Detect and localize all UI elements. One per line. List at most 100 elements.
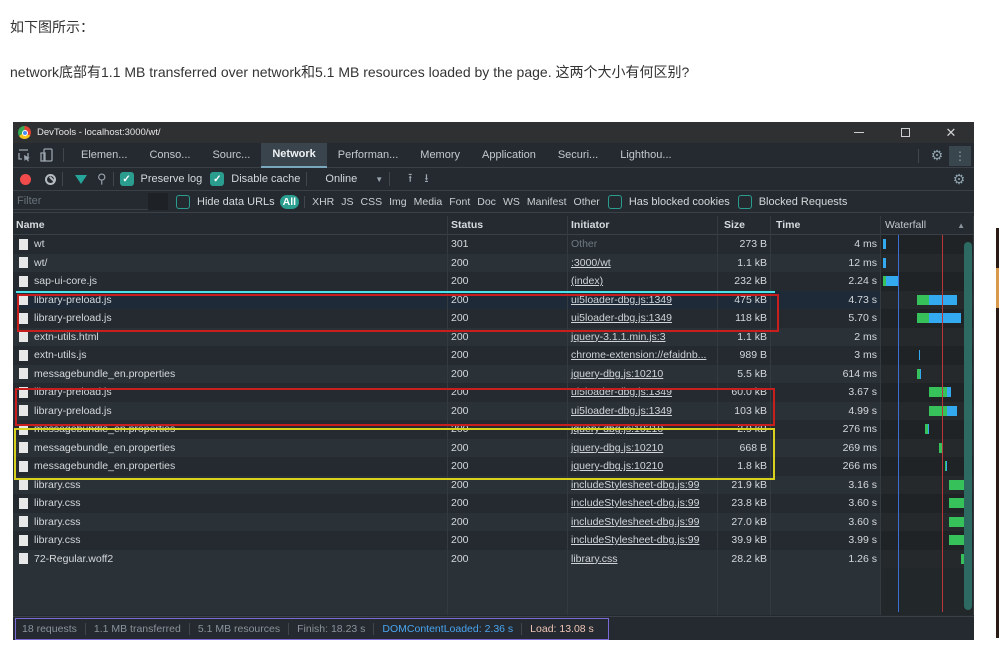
request-initiator[interactable]: ui5loader-dbg.js:1349 bbox=[571, 405, 672, 417]
request-name[interactable]: wt/ bbox=[34, 257, 47, 269]
table-row[interactable]: extn-utils.js 200 chrome-extension://efaid… bbox=[13, 346, 974, 365]
request-initiator[interactable]: includeStylesheet-dbg.js:99 bbox=[571, 497, 699, 509]
device-toolbar-button[interactable] bbox=[35, 143, 57, 168]
table-row[interactable]: library-preload.js 200 ui5loader-dbg.js:13… bbox=[13, 401, 974, 420]
column-header-name[interactable]: Name bbox=[13, 215, 448, 235]
request-initiator[interactable]: includeStylesheet-dbg.js:99 bbox=[571, 534, 699, 546]
request-initiator[interactable]: includeStylesheet-dbg.js:99 bbox=[571, 479, 699, 491]
throttling-select[interactable]: Online bbox=[325, 173, 357, 185]
request-name[interactable]: 72-Regular.woff2 bbox=[34, 553, 113, 565]
table-row[interactable]: wt 301 Other 273 B 4 ms bbox=[13, 235, 974, 254]
inspect-element-button[interactable] bbox=[13, 143, 35, 168]
type-filter-css[interactable]: CSS bbox=[361, 196, 383, 208]
column-header-waterfall[interactable]: Waterfall ▲ bbox=[881, 215, 974, 235]
request-name[interactable]: library-preload.js bbox=[34, 312, 112, 324]
vertical-scrollbar[interactable] bbox=[964, 242, 972, 610]
tab-memory[interactable]: Memory bbox=[409, 143, 471, 168]
table-row[interactable]: wt/200:3000/wt 1.1 kB 12 ms bbox=[13, 253, 974, 272]
request-name[interactable]: library-preload.js bbox=[34, 294, 112, 306]
search-icon[interactable]: ⚲ bbox=[97, 171, 107, 187]
maximize-button[interactable] bbox=[882, 122, 928, 143]
tab-console[interactable]: Conso... bbox=[138, 143, 201, 168]
tab-performance[interactable]: Performan... bbox=[327, 143, 410, 168]
tab-elements[interactable]: Elemen... bbox=[70, 143, 138, 168]
table-row[interactable]: library-preload.js 200 ui5loader-dbg.js:13… bbox=[13, 309, 974, 328]
request-initiator[interactable]: ui5loader-dbg.js:1349 bbox=[571, 386, 672, 398]
request-initiator[interactable]: jquery-dbg.js:10210 bbox=[571, 442, 663, 454]
request-initiator[interactable]: jquery-3.1.1.min.js:3 bbox=[571, 331, 666, 343]
request-initiator[interactable]: ui5loader-dbg.js:1349 bbox=[571, 312, 672, 324]
request-initiator[interactable]: :3000/wt bbox=[571, 257, 611, 269]
has-blocked-cookies-checkbox[interactable] bbox=[607, 194, 622, 209]
table-row[interactable]: messagebundle_en.properties 200 jquery-dbg… bbox=[13, 438, 974, 457]
settings-button[interactable]: ⚙ bbox=[925, 144, 949, 168]
clear-button[interactable] bbox=[45, 173, 56, 185]
table-row[interactable]: library.css 200 includeStylesheet-dbg.js:9… bbox=[13, 512, 974, 531]
close-button[interactable]: ✕ bbox=[928, 122, 974, 143]
request-name[interactable]: library.css bbox=[34, 534, 80, 546]
chevron-down-icon[interactable]: ▼ bbox=[375, 175, 383, 184]
type-filter-js[interactable]: JS bbox=[341, 196, 353, 208]
request-name[interactable]: library.css bbox=[34, 516, 80, 528]
table-row[interactable]: library.css 200 includeStylesheet-dbg.js:9… bbox=[13, 475, 974, 494]
table-row[interactable]: messagebundle_en.properties 200 jquery-dbg… bbox=[13, 364, 974, 383]
type-filter-all[interactable]: All bbox=[279, 194, 300, 209]
type-filter-ws[interactable]: WS bbox=[503, 196, 520, 208]
type-filter-doc[interactable]: Doc bbox=[477, 196, 496, 208]
type-filter-img[interactable]: Img bbox=[389, 196, 407, 208]
filter-input[interactable] bbox=[13, 193, 148, 210]
import-har-icon[interactable]: ⭱ bbox=[408, 169, 412, 190]
type-filter-media[interactable]: Media bbox=[414, 196, 443, 208]
request-name[interactable]: sap-ui-core.js bbox=[34, 275, 97, 287]
hide-data-urls-checkbox[interactable] bbox=[176, 194, 190, 209]
table-row[interactable]: library.css 200 includeStylesheet-dbg.js:9… bbox=[13, 531, 974, 550]
table-row[interactable]: messagebundle_en.properties 200 jquery-dbg… bbox=[13, 420, 974, 439]
request-initiator[interactable]: chrome-extension://efaidnb... bbox=[571, 349, 706, 361]
tab-lighthouse[interactable]: Lighthou... bbox=[609, 143, 682, 168]
tab-application[interactable]: Application bbox=[471, 143, 547, 168]
type-filter-font[interactable]: Font bbox=[449, 196, 470, 208]
request-name[interactable]: library.css bbox=[34, 479, 80, 491]
column-header-size[interactable]: Size bbox=[718, 215, 771, 235]
request-initiator[interactable]: library.css bbox=[571, 553, 617, 565]
type-filter-xhr[interactable]: XHR bbox=[312, 196, 334, 208]
request-name[interactable]: wt bbox=[34, 238, 45, 250]
request-name[interactable]: messagebundle_en.properties bbox=[34, 460, 175, 472]
request-initiator[interactable]: jquery-dbg.js:10210 bbox=[571, 460, 663, 472]
request-name[interactable]: messagebundle_en.properties bbox=[34, 442, 175, 454]
request-name[interactable]: library-preload.js bbox=[34, 405, 112, 417]
request-initiator[interactable]: jquery-dbg.js:10210 bbox=[571, 368, 663, 380]
more-options-button[interactable]: ⋮ bbox=[949, 145, 971, 166]
request-name[interactable]: library-preload.js bbox=[34, 386, 112, 398]
type-filter-manifest[interactable]: Manifest bbox=[527, 196, 567, 208]
request-name[interactable]: library.css bbox=[34, 497, 80, 509]
tab-network[interactable]: Network bbox=[261, 142, 327, 168]
request-initiator[interactable]: ui5loader-dbg.js:1349 bbox=[571, 294, 672, 306]
column-header-status[interactable]: Status bbox=[448, 215, 568, 235]
network-settings-button[interactable]: ⚙ bbox=[947, 168, 971, 191]
request-initiator[interactable]: includeStylesheet-dbg.js:99 bbox=[571, 516, 699, 528]
request-name[interactable]: extn-utils.html bbox=[34, 331, 99, 343]
table-row[interactable]: library-preload.js 200 ui5loader-dbg.js:13… bbox=[13, 383, 974, 402]
table-row[interactable]: library-preload.js 200 ui5loader-dbg.js:13… bbox=[13, 290, 974, 309]
request-name[interactable]: messagebundle_en.properties bbox=[34, 368, 175, 380]
disable-cache-checkbox[interactable]: ✓ bbox=[210, 172, 225, 186]
tab-security[interactable]: Securi... bbox=[547, 143, 609, 168]
table-row[interactable]: library.css 200 includeStylesheet-dbg.js:9… bbox=[13, 494, 974, 513]
filter-toggle-icon[interactable] bbox=[75, 174, 87, 184]
type-filter-other[interactable]: Other bbox=[574, 196, 600, 208]
tab-sources[interactable]: Sourc... bbox=[201, 143, 261, 168]
blocked-requests-checkbox[interactable] bbox=[737, 194, 752, 209]
export-har-icon[interactable]: ⭳ bbox=[424, 169, 428, 190]
request-name[interactable]: messagebundle_en.properties bbox=[34, 423, 175, 435]
table-row[interactable]: messagebundle_en.properties 200 jquery-dbg… bbox=[13, 457, 974, 476]
column-header-time[interactable]: Time bbox=[771, 215, 881, 235]
column-header-initiator[interactable]: Initiator bbox=[568, 215, 718, 235]
table-row[interactable]: extn-utils.html 200 jquery-3.1.1.min.js:3 1… bbox=[13, 327, 974, 346]
record-button[interactable] bbox=[20, 173, 31, 185]
request-initiator[interactable]: jquery-dbg.js:10210 bbox=[571, 423, 663, 435]
minimize-button[interactable] bbox=[836, 122, 882, 143]
table-row[interactable]: sap-ui-core.js 200 (index) 232 kB 2.24 s bbox=[13, 272, 974, 291]
table-row[interactable]: 72-Regular.woff2 200 library.css 28.2 kB 1.2… bbox=[13, 549, 974, 568]
request-initiator[interactable]: (index) bbox=[571, 275, 603, 287]
